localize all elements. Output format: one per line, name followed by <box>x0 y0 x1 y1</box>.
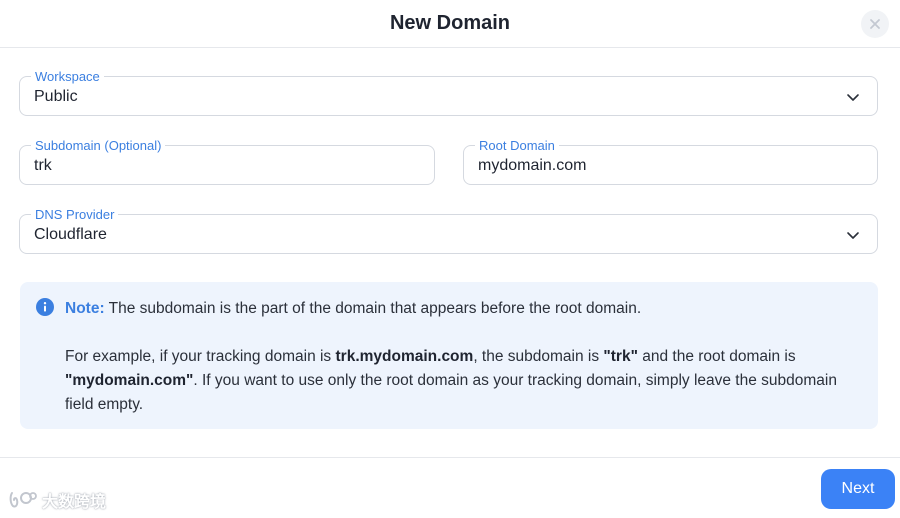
workspace-value: Public <box>34 88 78 105</box>
subdomain-value: trk <box>34 157 52 174</box>
note-example-text: , the subdomain is <box>473 348 604 365</box>
close-icon <box>870 19 880 29</box>
note-example: For example, if your tracking domain is … <box>65 345 865 417</box>
footer-divider <box>0 457 900 458</box>
note-text: The subdomain is the part of the domain … <box>104 300 642 317</box>
note-example-text: For example, if your tracking domain is <box>65 348 336 365</box>
root-domain-input[interactable]: Root Domain mydomain.com <box>463 138 878 185</box>
subdomain-label: Subdomain (Optional) <box>31 138 166 153</box>
dialog-title: New Domain <box>389 12 511 34</box>
info-icon <box>36 298 54 316</box>
dns-provider-select[interactable]: DNS Provider Cloudflare <box>19 207 878 254</box>
watermark-text: 大数跨境 <box>42 494 107 511</box>
close-button[interactable] <box>861 10 889 38</box>
note-label: Note: <box>65 300 105 317</box>
note-box: Note: The subdomain is the part of the d… <box>20 282 878 429</box>
note-example-subdomain: "trk" <box>603 348 638 365</box>
dns-provider-value: Cloudflare <box>34 226 107 243</box>
root-domain-label: Root Domain <box>475 138 559 153</box>
workspace-label: Workspace <box>31 69 104 84</box>
note-intro: Note: The subdomain is the part of the d… <box>65 299 641 319</box>
dns-provider-label: DNS Provider <box>31 207 119 222</box>
chevron-down-icon <box>847 232 859 239</box>
subdomain-input[interactable]: Subdomain (Optional) trk <box>19 138 435 185</box>
note-example-text: and the root domain is <box>637 348 796 365</box>
next-button[interactable]: Next <box>821 469 895 509</box>
watermark-logo-icon <box>9 492 37 508</box>
note-example-domain: trk.mydomain.com <box>335 348 474 365</box>
note-example-root: "mydomain.com" <box>65 372 194 389</box>
chevron-down-icon <box>847 94 859 101</box>
workspace-select[interactable]: Workspace Public <box>19 69 878 116</box>
root-domain-value: mydomain.com <box>478 157 587 174</box>
watermark: 大数跨境 <box>8 489 106 511</box>
dialog-header: New Domain <box>0 0 900 48</box>
